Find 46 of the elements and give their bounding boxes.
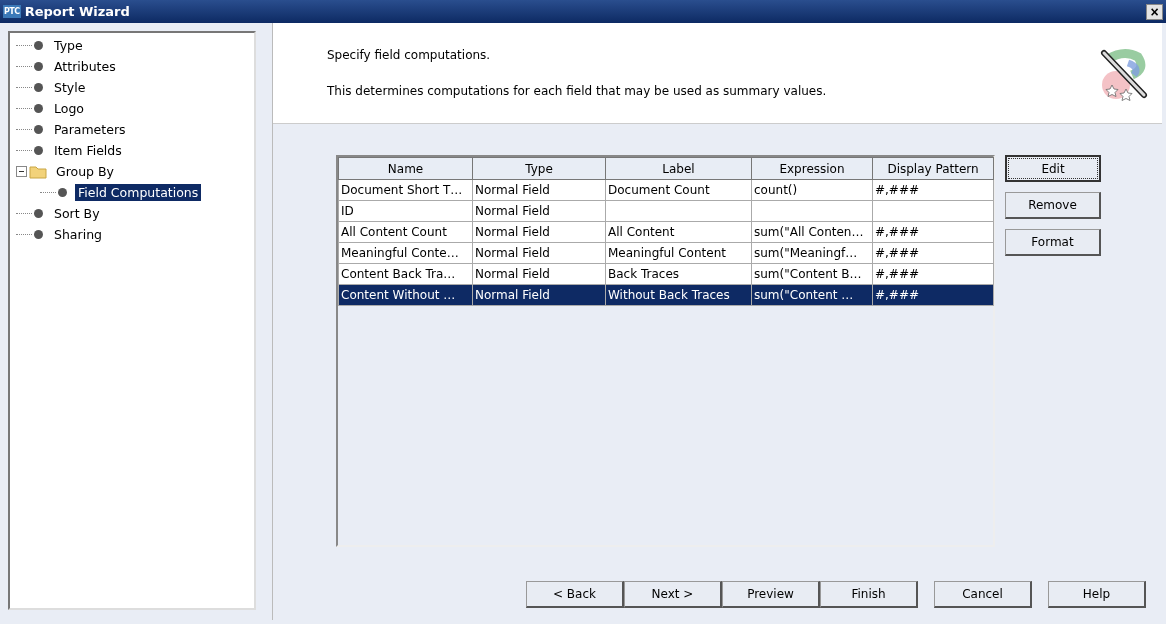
bullet-icon xyxy=(34,146,43,155)
wizard-button[interactable]: Cancel xyxy=(934,580,1032,608)
table-cell: Content Without … xyxy=(338,284,473,306)
table-cell: Document Short T… xyxy=(338,179,473,201)
column-header[interactable]: Name xyxy=(338,157,473,180)
bullet-icon xyxy=(34,62,43,71)
bullet-icon xyxy=(34,83,43,92)
table-cell: Content Back Tra… xyxy=(338,263,473,285)
column-header[interactable]: Display Pattern xyxy=(872,157,994,180)
tree-item[interactable]: Sort By xyxy=(51,205,103,222)
table-cell: All Content Count xyxy=(338,221,473,243)
bullet-icon xyxy=(34,104,43,113)
column-header[interactable]: Label xyxy=(605,157,752,180)
wizard-button[interactable]: Help xyxy=(1048,580,1146,608)
bullet-icon xyxy=(34,209,43,218)
window-title: Report Wizard xyxy=(24,4,131,19)
wizard-button[interactable]: < Back xyxy=(526,580,624,608)
tree-item[interactable]: Item Fields xyxy=(51,142,125,159)
bullet-icon xyxy=(58,188,67,197)
tree-item[interactable]: Field Computations xyxy=(75,184,202,201)
side-button[interactable]: Remove xyxy=(1005,192,1101,219)
column-header[interactable]: Type xyxy=(472,157,606,180)
description-text: This determines computations for each field that may be used as summary values. xyxy=(327,84,828,98)
wizard-button[interactable]: Finish xyxy=(820,580,918,608)
tree-item[interactable]: Logo xyxy=(51,100,87,117)
side-button[interactable]: Edit xyxy=(1005,155,1101,182)
collapse-toggle-icon[interactable] xyxy=(16,166,27,177)
tree-item[interactable]: Style xyxy=(51,79,89,96)
wizard-button[interactable]: Preview xyxy=(722,580,820,608)
folder-icon xyxy=(29,164,47,179)
side-button[interactable]: Format xyxy=(1005,229,1101,256)
heading-text: Specify field computations. xyxy=(327,48,492,62)
tree-item[interactable]: Attributes xyxy=(51,58,119,75)
close-button[interactable]: × xyxy=(1146,3,1163,20)
app-logo: PTC xyxy=(3,5,21,18)
bullet-icon xyxy=(34,41,43,50)
tree-item[interactable]: Sharing xyxy=(51,226,105,243)
table-cell: Meaningful Conte… xyxy=(338,242,473,264)
table-cell: ID xyxy=(338,200,473,222)
tree-item[interactable]: Parameters xyxy=(51,121,129,138)
tree-item[interactable]: Type xyxy=(51,37,86,54)
column-header[interactable]: Expression xyxy=(751,157,873,180)
bullet-icon xyxy=(34,230,43,239)
tree-item[interactable]: Group By xyxy=(53,163,117,180)
bullet-icon xyxy=(34,125,43,134)
wizard-button[interactable]: Next > xyxy=(624,580,722,608)
